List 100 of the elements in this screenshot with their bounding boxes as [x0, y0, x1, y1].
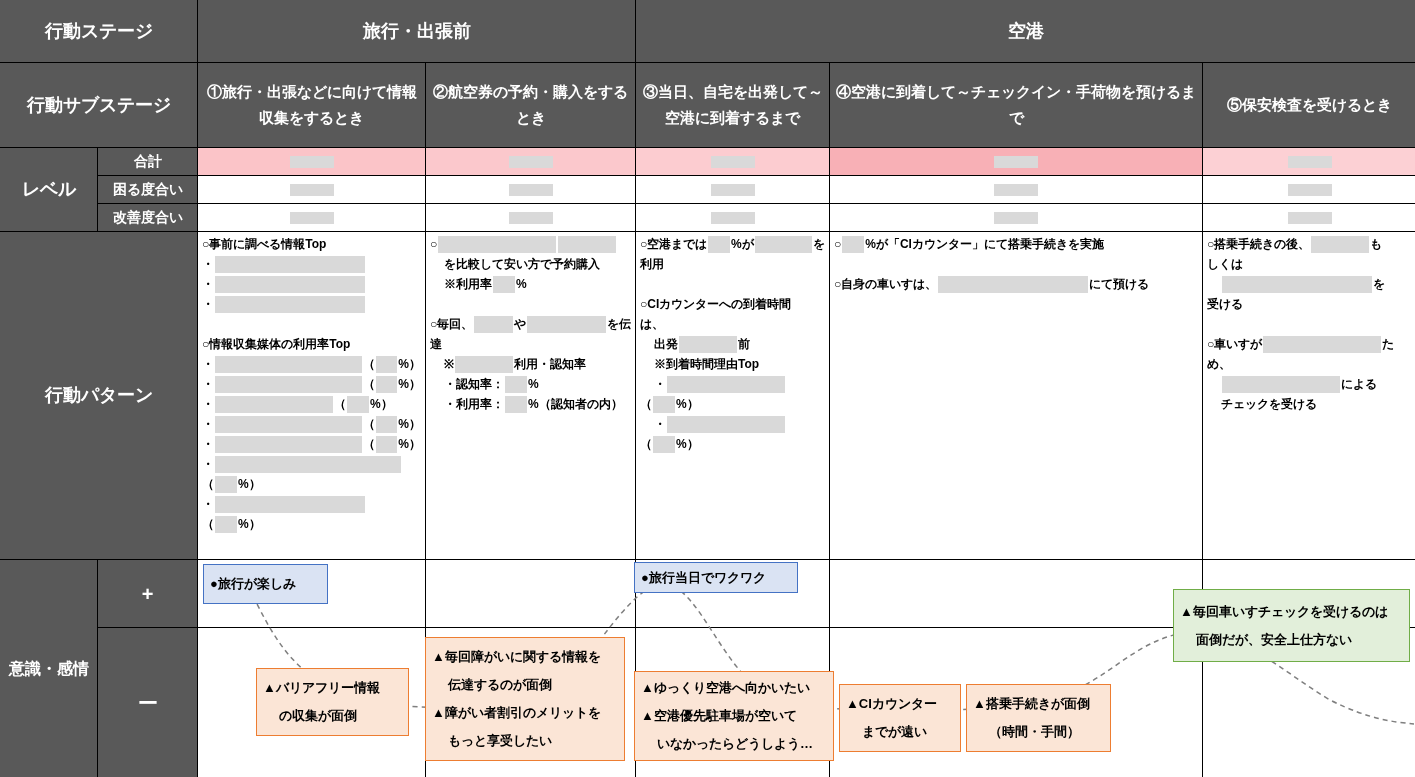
redaction-bar	[508, 183, 553, 196]
pattern-text: ・	[202, 256, 214, 273]
pattern-text: %）	[398, 376, 421, 393]
substage-heading: ②航空券の予約・購入をするとき	[432, 82, 629, 128]
pattern-text: ・	[202, 496, 214, 513]
redaction-bar	[508, 211, 553, 224]
pattern-text: ・	[202, 356, 214, 373]
pattern-text: ※利用率	[444, 276, 492, 293]
plus-label: +	[141, 581, 154, 607]
pattern-text: （	[202, 516, 214, 533]
substage-heading: ⑤保安検査を受けるとき	[1227, 95, 1392, 115]
pattern-text: ○情報収集媒体の利用率Top	[202, 336, 351, 353]
pattern-text: （	[334, 396, 346, 413]
stage-heading: 旅行・出張前	[362, 19, 471, 43]
redaction-bar	[289, 211, 334, 224]
pattern-text: %	[516, 276, 527, 293]
pattern-text: %）	[238, 516, 261, 533]
pattern-text: ○車いすが	[1207, 336, 1263, 353]
pattern-text: ※到着時間理由Top	[654, 356, 760, 373]
pattern-text: しくは	[1207, 256, 1243, 273]
pattern-text: %）	[676, 436, 699, 453]
pattern-text: 達	[430, 336, 442, 353]
pattern-text: ○CIカウンターへの到着時間	[640, 296, 792, 313]
pattern-text: 受ける	[1207, 296, 1243, 313]
pattern-text: （	[640, 436, 652, 453]
row-label: 合計	[133, 152, 162, 171]
pattern-text: も	[1370, 236, 1383, 253]
pattern-text: ・	[202, 436, 214, 453]
pattern-text: ・	[202, 396, 214, 413]
redaction-bar	[1287, 211, 1332, 224]
pattern-text: や	[514, 316, 527, 333]
pattern-text: を伝	[607, 316, 631, 333]
pattern-text: %）	[398, 356, 421, 373]
pattern-text: ・	[654, 376, 666, 393]
redaction-bar	[1287, 183, 1332, 196]
pattern-text: た	[1382, 336, 1395, 353]
stage-heading: 空港	[1008, 19, 1044, 43]
pattern-text: ○	[430, 236, 438, 253]
pattern-text: ・	[202, 376, 214, 393]
pattern-text: ・	[654, 416, 666, 433]
emotion-note: ▲ゆっくり空港へ向かいたい ▲空港優先駐車場が空いて いなかったらどうしよう…	[634, 671, 834, 761]
pattern-text: ○毎回、	[430, 316, 474, 333]
pattern-text: （	[362, 436, 375, 453]
pattern-text: ・	[202, 296, 214, 313]
redaction-bar	[289, 155, 334, 168]
redaction-bar	[710, 155, 755, 168]
emotion-note: ▲毎回車いすチェックを受けるのは 面倒だが、安全上仕方ない	[1173, 589, 1410, 662]
pattern-text: （	[362, 416, 375, 433]
minus-label: ー	[137, 690, 158, 716]
header-label: 行動ステージ	[44, 19, 153, 43]
pattern-text: %	[528, 376, 539, 393]
pattern-text: %）	[238, 476, 261, 493]
substage-heading: ①旅行・出張などに向けて情報収集をするとき	[205, 82, 418, 128]
pattern-text: （	[202, 476, 214, 493]
emotion-note: ●旅行当日でワクワク	[634, 562, 798, 593]
pattern-text: 利用	[640, 256, 664, 273]
pattern-text: %）	[398, 416, 421, 433]
substage-heading: ④空港に到着して～チェックイン・手荷物を預けるまで	[835, 82, 1197, 128]
pattern-text: による	[1341, 376, 1377, 393]
redaction-bar	[710, 211, 755, 224]
pattern-text: %）	[370, 396, 393, 413]
pattern-text: %が「CIカウンター」にて搭乗手続きを実施	[865, 236, 1104, 253]
emotion-note: ▲毎回障がいに関する情報を 伝達するのが面倒 ▲障がい者割引のメリットを もっと享受したい	[425, 637, 625, 761]
row-label: レベル	[21, 178, 76, 201]
redaction-bar	[994, 211, 1038, 224]
pattern-text: は、	[640, 316, 664, 333]
pattern-text: （	[362, 356, 375, 373]
emotion-note: ▲CIカウンター までが遠い	[839, 684, 961, 752]
pattern-text: %が	[731, 236, 754, 253]
pattern-text: ○空港までは	[640, 236, 708, 253]
redaction-bar	[994, 183, 1038, 196]
emotion-note: ▲搭乗手続きが面倒 （時間・手間）	[966, 684, 1111, 752]
pattern-text: チェックを受ける	[1221, 396, 1317, 413]
pattern-text: 出発	[654, 336, 678, 353]
pattern-text: を比較して安い方で予約購入	[444, 256, 600, 273]
pattern-text: ・	[202, 276, 214, 293]
row-label: 意識・感情	[8, 658, 89, 679]
pattern-text: ○	[834, 236, 842, 253]
redaction-bar	[289, 183, 334, 196]
pattern-text: を	[813, 236, 825, 253]
row-label: 困る度合い	[112, 180, 183, 199]
redaction-bar	[1287, 155, 1332, 168]
pattern-text: ・	[202, 456, 214, 473]
pattern-text: め、	[1207, 356, 1231, 373]
pattern-text: ○搭乗手続きの後、	[1207, 236, 1311, 253]
emotion-note: ●旅行が楽しみ	[203, 564, 328, 604]
redaction-bar	[508, 155, 553, 168]
pattern-text: ・利用率：	[444, 396, 504, 413]
pattern-text: （	[362, 376, 375, 393]
emotion-note: ▲バリアフリー情報 の収集が面倒	[256, 668, 409, 736]
pattern-text: %）	[398, 436, 421, 453]
pattern-text: ・	[202, 416, 214, 433]
pattern-text: ・認知率：	[444, 376, 504, 393]
pattern-text: %（認知者の内）	[528, 396, 623, 413]
pattern-text: ○事前に調べる情報Top	[202, 236, 327, 253]
row-label: 改善度合い	[112, 208, 183, 227]
pattern-text: を	[1373, 276, 1385, 293]
row-label: 行動パターン	[44, 384, 153, 407]
header-label: 行動サブステージ	[26, 93, 171, 117]
pattern-text: ※	[444, 356, 454, 373]
